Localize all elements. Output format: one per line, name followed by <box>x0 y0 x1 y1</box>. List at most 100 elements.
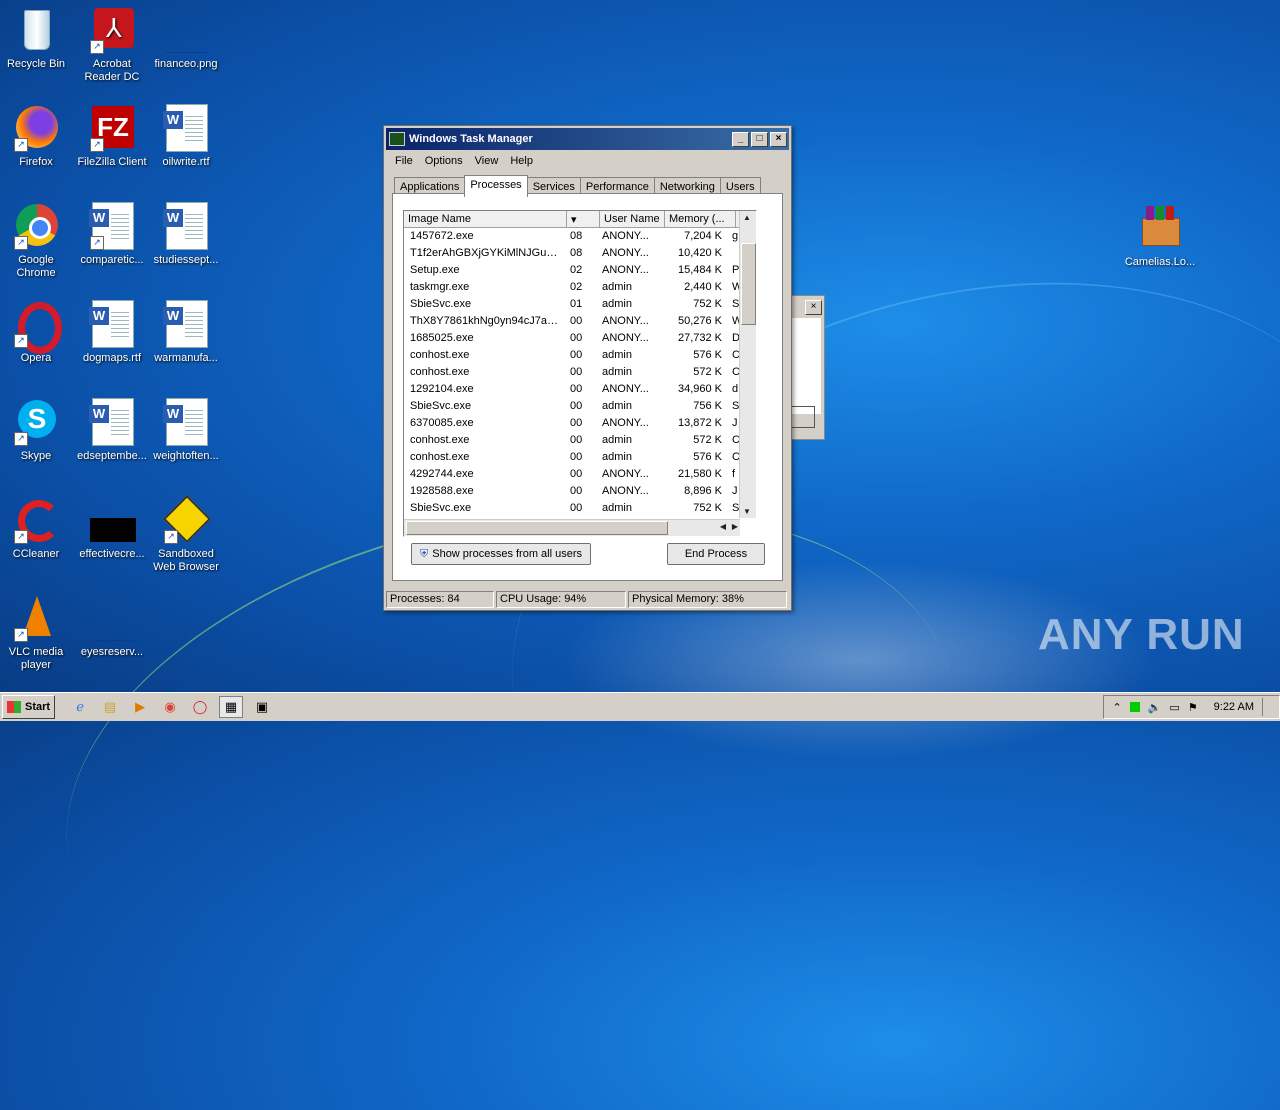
desktop-icon-skype[interactable]: S ↗ Skype <box>0 398 74 463</box>
desktop-icon-label: Google Chrome <box>16 254 56 279</box>
column-cpu-sort[interactable]: ▾ <box>567 211 600 227</box>
process-row[interactable]: 1457672.exe 08 ANONY... 7,204 Kg <box>404 228 756 245</box>
scroll-left-icon[interactable]: ◀ <box>720 522 726 531</box>
desktop-icon-comparetic[interactable]: W ↗ comparetic... <box>74 202 150 267</box>
process-row[interactable]: 1292104.exe 00 ANONY... 34,960 Kd <box>404 381 756 398</box>
scroll-down-icon[interactable]: ▼ <box>743 507 751 516</box>
process-row[interactable]: conhost.exe 00 admin 576 KC <box>404 347 756 364</box>
column-memory[interactable]: Memory (... <box>665 211 736 227</box>
process-row[interactable]: Setup.exe 02 ANONY... 15,484 KP <box>404 262 756 279</box>
skype-icon: S ↗ <box>12 398 60 446</box>
scroll-up-icon[interactable]: ▲ <box>743 213 751 222</box>
menu-options[interactable]: Options <box>420 154 468 170</box>
process-list[interactable]: Image Name ▾ User Name Memory (... D 145… <box>403 210 757 537</box>
status-memory: Physical Memory: 38% <box>628 591 787 608</box>
desktop-icon-vlc[interactable]: ↗ VLC media player <box>0 594 74 672</box>
task-manager-window: Windows Task Manager _ □ × File Options … <box>383 125 792 611</box>
process-cpu: 01 <box>570 298 583 310</box>
vertical-scrollbar[interactable]: ▲ ▼ <box>739 211 756 518</box>
process-row[interactable]: conhost.exe 00 admin 572 KC <box>404 432 756 449</box>
menu-file[interactable]: File <box>390 154 418 170</box>
shortcut-arrow-icon: ↗ <box>90 236 104 250</box>
flag-icon[interactable]: ⚑ <box>1188 701 1198 714</box>
tab-processes[interactable]: Processes <box>464 175 528 197</box>
show-all-processes-button[interactable]: ⛨ Show processes from all users <box>411 543 591 565</box>
process-cpu: 00 <box>570 349 583 361</box>
desktop-icon-firefox[interactable]: ↗ Firefox <box>0 104 74 169</box>
menu-help[interactable]: Help <box>505 154 538 170</box>
start-button[interactable]: Start <box>2 695 56 719</box>
media-player-icon[interactable]: ▶ <box>129 697 151 717</box>
desktop-icon-dogmaps[interactable]: W dogmaps.rtf <box>74 300 150 365</box>
sort-down-icon: ▾ <box>571 214 577 226</box>
process-row[interactable]: SbieSvc.exe 01 admin 752 KS <box>404 296 756 313</box>
show-desktop-button[interactable] <box>1262 698 1271 716</box>
explorer-icon[interactable]: ▤ <box>99 697 121 717</box>
process-name: 1685025.exe <box>410 332 474 344</box>
show-hidden-icons-icon[interactable]: ⌃ <box>1112 701 1121 714</box>
network-icon[interactable]: ▭ <box>1169 701 1179 714</box>
process-row[interactable]: 1685025.exe 00 ANONY... 27,732 KD <box>404 330 756 347</box>
menu-view[interactable]: View <box>470 154 504 170</box>
process-name: conhost.exe <box>410 434 470 446</box>
horizontal-scrollbar[interactable]: ◀ ▶ <box>404 519 740 536</box>
process-row[interactable]: 4292744.exe 00 ANONY... 21,580 Kf <box>404 466 756 483</box>
column-image-name[interactable]: Image Name <box>404 211 567 227</box>
desktop-icon-studiessept[interactable]: W studiessept... <box>148 202 224 267</box>
desktop-icon-chrome[interactable]: ↗ Google Chrome <box>0 202 74 280</box>
desktop-icon-ccleaner[interactable]: ↗ CCleaner <box>0 496 74 561</box>
desktop-icon-edseptembe[interactable]: W edseptembe... <box>74 398 150 463</box>
desktop-icon-eyesreserv[interactable]: eyesreserv... <box>74 594 150 659</box>
volume-icon[interactable]: 🔈 <box>1148 701 1162 714</box>
title-bar[interactable]: Windows Task Manager _ □ × <box>386 128 789 150</box>
process-row[interactable]: T1f2erAhGBXjGYKiMlNJGukI.... 08 ANONY... 10… <box>404 245 756 262</box>
process-name: T1f2erAhGBXjGYKiMlNJGukI.... <box>410 247 560 259</box>
clock[interactable]: 9:22 AM <box>1214 701 1254 713</box>
task-manager-taskbar-icon[interactable]: ▦ <box>219 696 244 718</box>
end-process-button[interactable]: End Process <box>667 543 765 565</box>
desktop-icon-acrobat[interactable]: ⅄ ↗ Acrobat Reader DC <box>74 6 150 84</box>
start-label: Start <box>25 701 51 713</box>
process-user: admin <box>602 434 632 446</box>
opera-icon[interactable]: ◯ <box>189 697 211 717</box>
scroll-thumb[interactable] <box>741 243 756 325</box>
minimize-button[interactable]: _ <box>732 131 749 147</box>
desktop-icon-recycle-bin[interactable]: Recycle Bin <box>0 6 74 71</box>
word-document-icon: W <box>88 300 136 348</box>
shortcut-arrow-icon: ↗ <box>14 530 28 544</box>
process-user: admin <box>602 451 632 463</box>
dialog-button[interactable] <box>791 406 815 428</box>
chrome-icon[interactable]: ◉ <box>159 697 181 717</box>
process-row[interactable]: ThX8Y7861khNg0yn94cJ7ao... 00 ANONY... 50,2… <box>404 313 756 330</box>
desktop-icon-warmanufa[interactable]: W warmanufa... <box>148 300 224 365</box>
process-row[interactable]: SbieSvc.exe 00 admin 752 KS <box>404 500 756 517</box>
close-icon[interactable]: × <box>805 300 822 315</box>
process-row[interactable]: 6370085.exe 00 ANONY... 13,872 KJ <box>404 415 756 432</box>
process-cpu: 00 <box>570 315 583 327</box>
desktop-icon-financeo[interactable]: financeo.png <box>148 6 224 71</box>
desktop-icon-camelias[interactable]: Camelias.Lo... <box>1122 204 1198 269</box>
process-row[interactable]: taskmgr.exe 02 admin 2,440 KW <box>404 279 756 296</box>
process-row[interactable]: SbieSvc.exe 00 admin 756 KS <box>404 398 756 415</box>
desktop-icon-filezilla[interactable]: FZ ↗ FileZilla Client <box>74 104 150 169</box>
scroll-right-icon[interactable]: ▶ <box>732 522 738 531</box>
desktop-icon-weightoften[interactable]: W weightoften... <box>148 398 224 463</box>
maximize-button[interactable]: □ <box>751 131 768 147</box>
word-document-icon: W <box>162 398 210 446</box>
desktop-icon-oilwrite[interactable]: W oilwrite.rtf <box>148 104 224 169</box>
close-button[interactable]: × <box>770 131 787 147</box>
show-all-label: Show processes from all users <box>432 548 583 560</box>
scroll-thumb[interactable] <box>406 521 668 535</box>
desktop-icon-sandboxed-browser[interactable]: ↗ Sandboxed Web Browser <box>148 494 224 574</box>
column-user-name[interactable]: User Name <box>600 211 665 227</box>
task-manager-icon <box>389 132 405 146</box>
process-row[interactable]: conhost.exe 00 admin 572 KC <box>404 364 756 381</box>
desktop-icon-effectivecre[interactable]: effectivecre... <box>74 496 150 561</box>
sandbox-status-icon[interactable] <box>1129 702 1140 712</box>
process-row[interactable]: 1928588.exe 00 ANONY... 8,896 KJ <box>404 483 756 500</box>
shield-icon: ⛨ <box>419 547 429 560</box>
desktop-icon-opera[interactable]: ↗ Opera <box>0 300 74 365</box>
ie-icon[interactable]: ℯ <box>69 697 91 717</box>
app-taskbar-icon[interactable]: ▣ <box>251 697 273 717</box>
process-row[interactable]: conhost.exe 00 admin 576 KC <box>404 449 756 466</box>
